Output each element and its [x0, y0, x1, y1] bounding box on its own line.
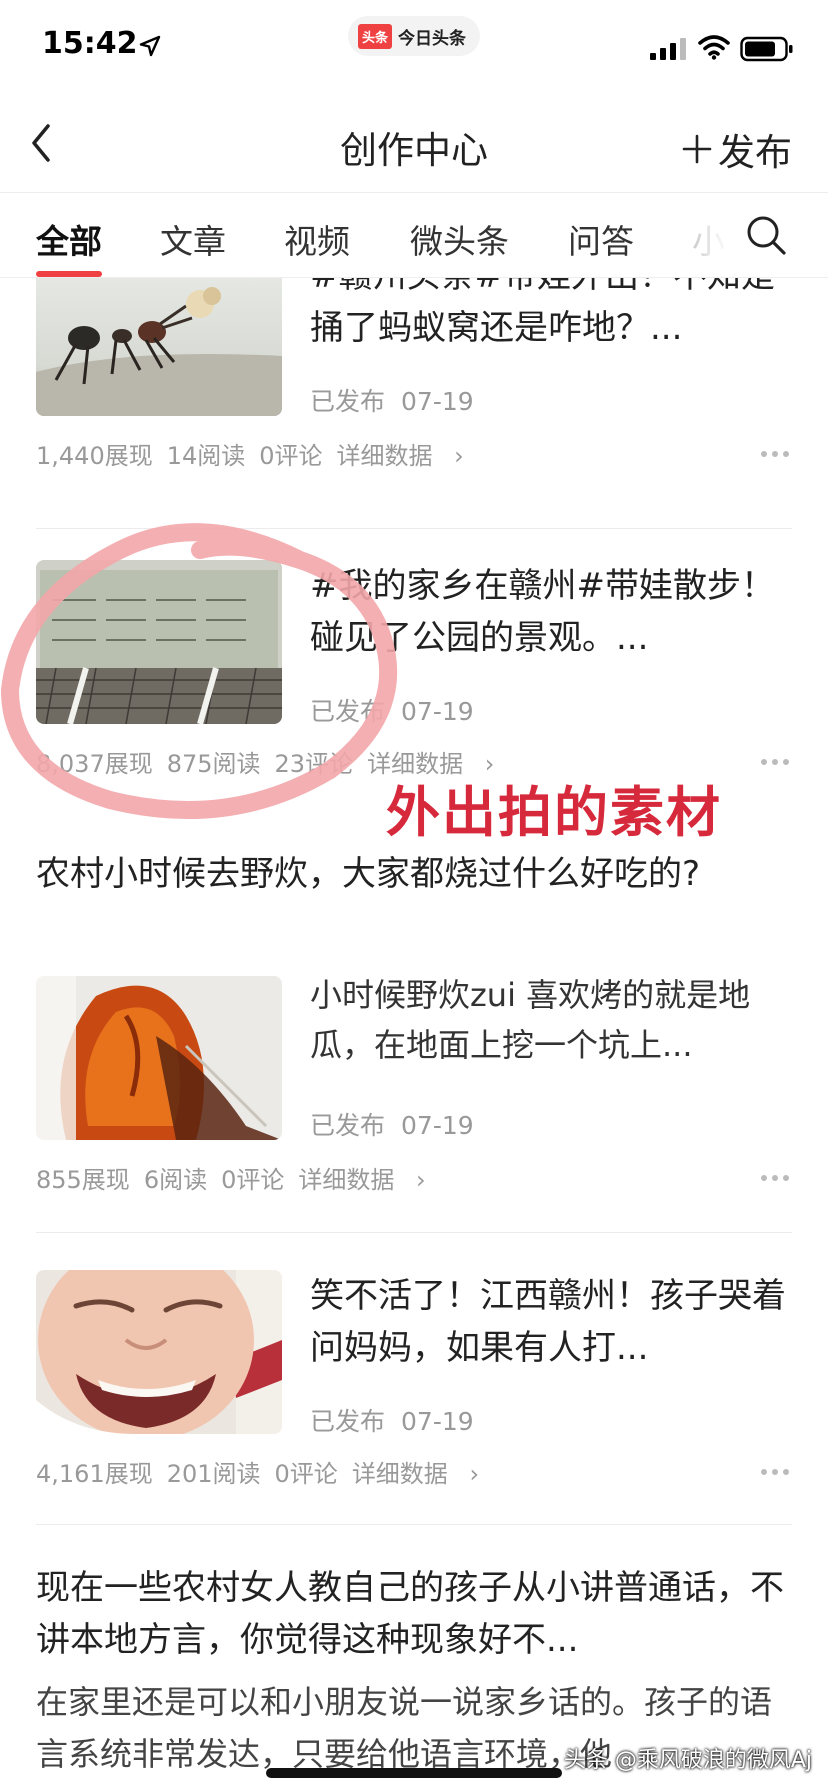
tab-articles[interactable]: 文章 [160, 215, 226, 263]
tab-all[interactable]: 全部 [36, 215, 102, 263]
detail-data-link[interactable]: 详细数据 › [337, 442, 464, 470]
post-feed: #赣州头条#带娃外出！不知是捅了蚂蚁窝还是咋地？... 已发布 07-19 1,4… [0, 278, 828, 1792]
roasted-sweet-potato-photo-thumbnail [36, 976, 282, 1140]
publish-date: 07-19 [401, 387, 474, 416]
publish-date: 07-19 [401, 1111, 474, 1140]
more-options-icon[interactable] [760, 1468, 790, 1476]
status-label: 已发布 [310, 387, 386, 416]
reads-count: 201阅读 [166, 1460, 261, 1488]
post-card[interactable]: 笑不活了！江西赣州！孩子哭着问妈妈，如果有人打... 已发布 07-19 4,16… [36, 1270, 792, 1500]
battery-icon [740, 36, 793, 62]
plus-icon [682, 134, 712, 164]
search-icon[interactable] [744, 213, 788, 257]
tab-videos[interactable]: 视频 [284, 215, 350, 263]
app-badge: 头条 [358, 23, 393, 49]
active-tab-indicator [36, 271, 102, 277]
nav-bar: 创作中心 发布 [0, 100, 828, 192]
impressions-count: 855展现 [36, 1166, 130, 1194]
impressions-count: 4,161展现 [36, 1460, 153, 1488]
more-options-icon[interactable] [760, 1174, 790, 1182]
post-stats: 1,440展现 14阅读 0评论 详细数据 › [36, 436, 478, 471]
more-options-icon[interactable] [760, 758, 790, 766]
home-indicator[interactable] [266, 1768, 562, 1778]
post-title[interactable]: 现在一些农村女人教自己的孩子从小讲普通话，不讲本地方言，你觉得这种现象好不... [36, 1562, 792, 1666]
tab-overflow-fade [680, 193, 750, 277]
divider [36, 1232, 792, 1233]
app-name: 今日头条 [398, 28, 467, 49]
comments-count: 0评论 [259, 442, 323, 470]
app-indicator-pill[interactable]: 头条 今日头条 [348, 16, 481, 56]
status-label: 已发布 [310, 1407, 386, 1436]
tab-bar: 全部 文章 视频 微头条 问答 小 [0, 192, 828, 278]
status-time: 15:42 [42, 26, 138, 61]
more-options-icon[interactable] [760, 450, 790, 458]
status-bar: 15:42 头条 今日头条 [0, 0, 828, 100]
post-card[interactable]: #赣州头条#带娃外出！不知是捅了蚂蚁窝还是咋地？... 已发布 07-19 1,4… [36, 278, 792, 472]
post-card[interactable]: 农村小时候去野炊，大家都烧过什么好吃的? 小时候野炊zui 喜欢烤的就是地瓜，在… [36, 848, 792, 1194]
crying-child-photo-thumbnail [36, 1270, 282, 1434]
reads-count: 6阅读 [143, 1166, 208, 1194]
tab-micro-posts[interactable]: 微头条 [410, 215, 509, 263]
location-arrow-icon [139, 35, 161, 57]
post-stats: 4,161展现 201阅读 0评论 详细数据 › [36, 1454, 493, 1489]
wifi-icon [698, 35, 730, 60]
post-title[interactable]: #赣州头条#带娃外出！不知是捅了蚂蚁窝还是咋地？... [310, 278, 792, 354]
comments-count: 0评论 [221, 1166, 285, 1194]
post-title[interactable]: 笑不活了！江西赣州！孩子哭着问妈妈，如果有人打... [310, 1270, 792, 1374]
divider [36, 1524, 792, 1525]
post-status: 已发布 07-19 [310, 382, 474, 418]
detail-data-link[interactable]: 详细数据 › [352, 1460, 479, 1488]
impressions-count: 1,440展现 [36, 442, 153, 470]
publish-button[interactable]: 发布 [682, 122, 792, 176]
tab-qa[interactable]: 问答 [568, 215, 634, 263]
publish-label: 发布 [718, 131, 792, 174]
ant-photo-thumbnail [36, 278, 282, 416]
hand-drawn-circle [0, 523, 398, 819]
annotation-text: 外出拍的素材 [386, 781, 722, 844]
cellular-signal-icon [650, 38, 686, 60]
status-label: 已发布 [310, 1111, 386, 1140]
reads-count: 14阅读 [166, 442, 246, 470]
post-status: 已发布 07-19 [310, 1106, 474, 1142]
publish-date: 07-19 [401, 1407, 474, 1436]
post-title[interactable]: 农村小时候去野炊，大家都烧过什么好吃的? [36, 848, 792, 952]
detail-data-label: 详细数据 [351, 1460, 448, 1488]
detail-data-link[interactable]: 详细数据 › [298, 1166, 425, 1194]
detail-data-label: 详细数据 [336, 442, 433, 470]
post-stats: 855展现 6阅读 0评论 详细数据 › [36, 1160, 440, 1195]
post-status: 已发布 07-19 [310, 1402, 474, 1438]
watermark: 头条 @乘风破浪的微风Aj [563, 1748, 812, 1773]
detail-data-label: 详细数据 [298, 1166, 395, 1194]
post-excerpt[interactable]: 小时候野炊zui 喜欢烤的就是地瓜，在地面上挖一个坑上... [310, 970, 800, 1070]
comments-count: 0评论 [274, 1460, 338, 1488]
